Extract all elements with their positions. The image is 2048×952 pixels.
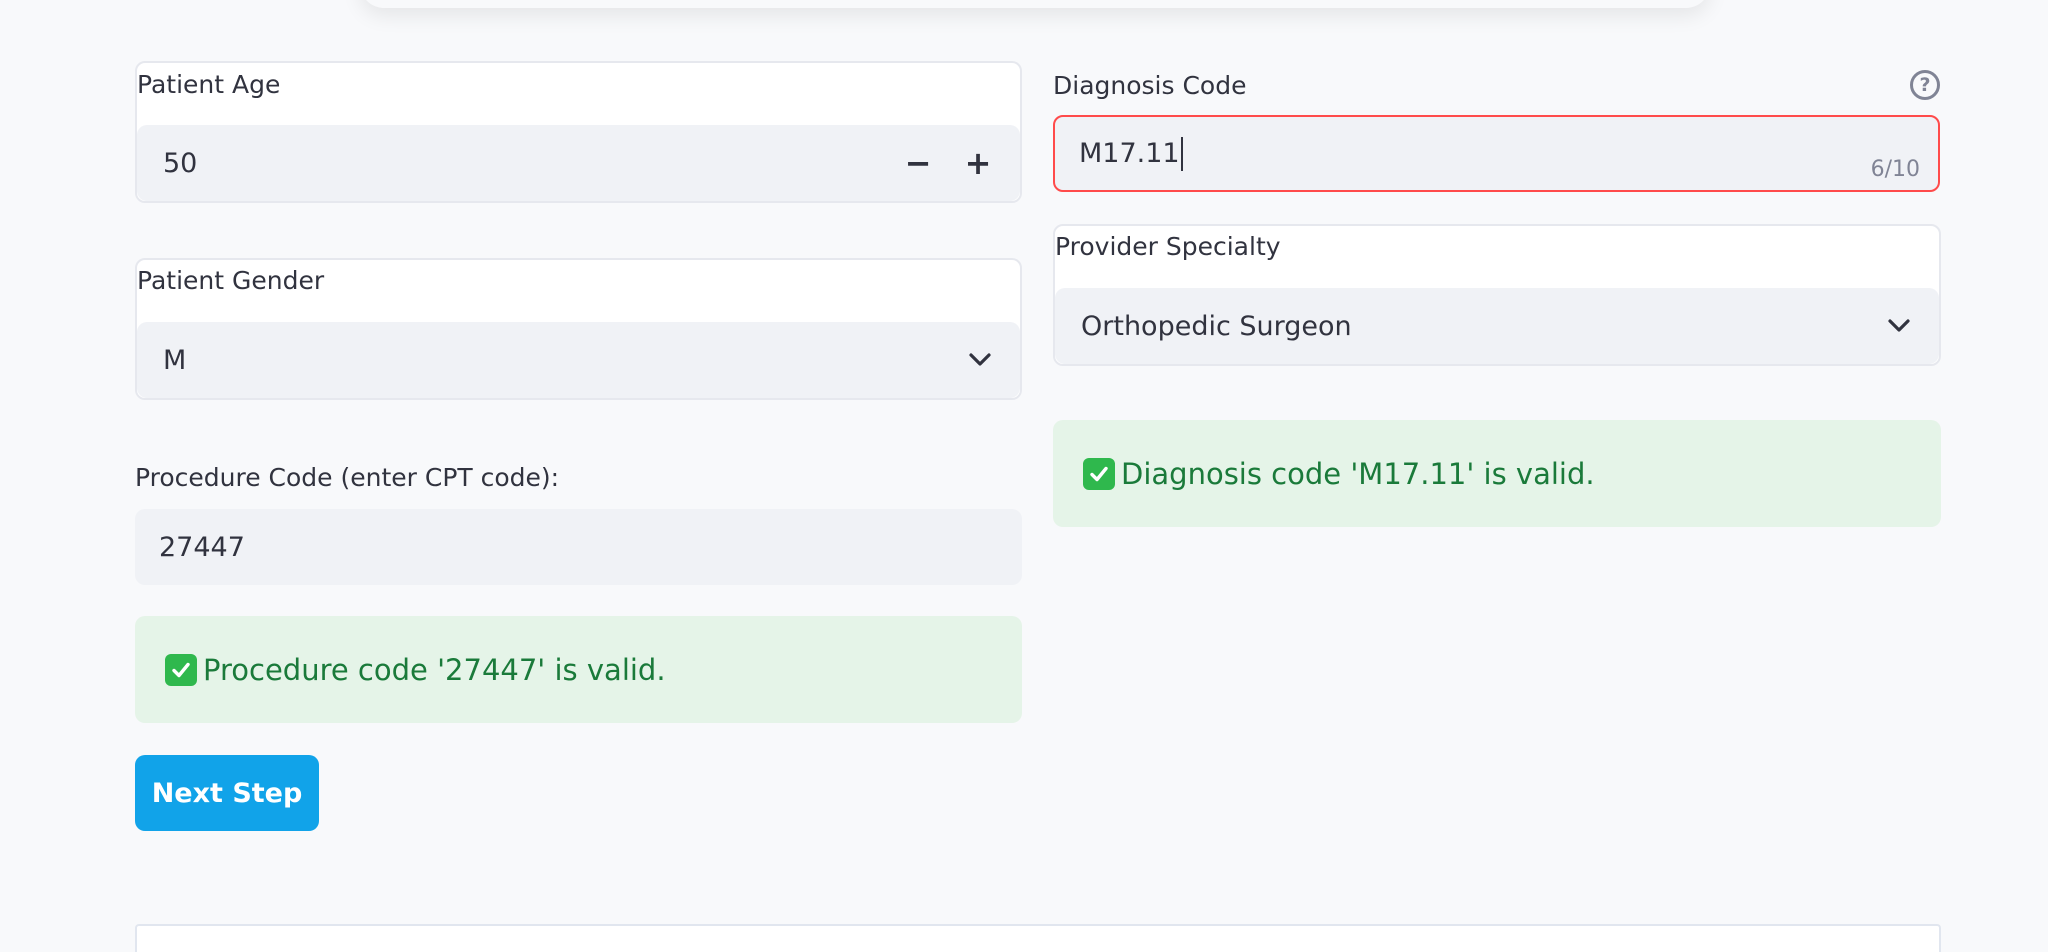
increment-button[interactable]: + — [948, 125, 1008, 201]
patient-age-value[interactable]: 50 — [137, 148, 197, 179]
character-counter: 6/10 — [1870, 157, 1920, 182]
patient-age-label: Patient Age — [137, 70, 281, 99]
bottom-section-edge — [135, 924, 1941, 952]
patient-gender-label: Patient Gender — [137, 266, 325, 295]
patient-gender-value: M — [163, 344, 187, 376]
chevron-down-icon[interactable] — [968, 352, 992, 368]
procedure-code-label: Procedure Code (enter CPT code): — [135, 463, 560, 492]
chevron-down-icon[interactable] — [1887, 318, 1911, 334]
procedure-success-alert: Procedure code '27447' is valid. — [135, 616, 1022, 723]
procedure-code-value[interactable]: 27447 — [135, 532, 245, 563]
patient-gender-select[interactable]: M — [137, 322, 1020, 398]
provider-specialty-select[interactable]: Orthopedic Surgeon — [1055, 288, 1939, 364]
top-card-edge — [360, 0, 1710, 8]
check-mark-icon — [1083, 457, 1115, 490]
provider-specialty-value: Orthopedic Surgeon — [1081, 310, 1352, 342]
text-caret — [1180, 136, 1183, 171]
diagnosis-alert-text: Diagnosis code 'M17.11' is valid. — [1121, 456, 1595, 491]
diagnosis-success-alert: Diagnosis code 'M17.11' is valid. — [1053, 420, 1941, 527]
diagnosis-code-input[interactable]: M17.11 6/10 — [1053, 115, 1940, 192]
help-icon[interactable]: ? — [1910, 70, 1940, 100]
provider-specialty-label: Provider Specialty — [1055, 232, 1281, 261]
diagnosis-code-label: Diagnosis Code — [1053, 71, 1247, 100]
decrement-button[interactable]: − — [888, 125, 948, 201]
next-step-button[interactable]: Next Step — [135, 755, 319, 831]
check-mark-icon — [165, 653, 197, 686]
procedure-code-input[interactable]: 27447 — [135, 509, 1022, 585]
procedure-alert-text: Procedure code '27447' is valid. — [203, 652, 666, 687]
patient-age-stepper[interactable]: 50 − + — [137, 125, 1020, 201]
diagnosis-code-value[interactable]: M17.11 — [1055, 138, 1180, 169]
